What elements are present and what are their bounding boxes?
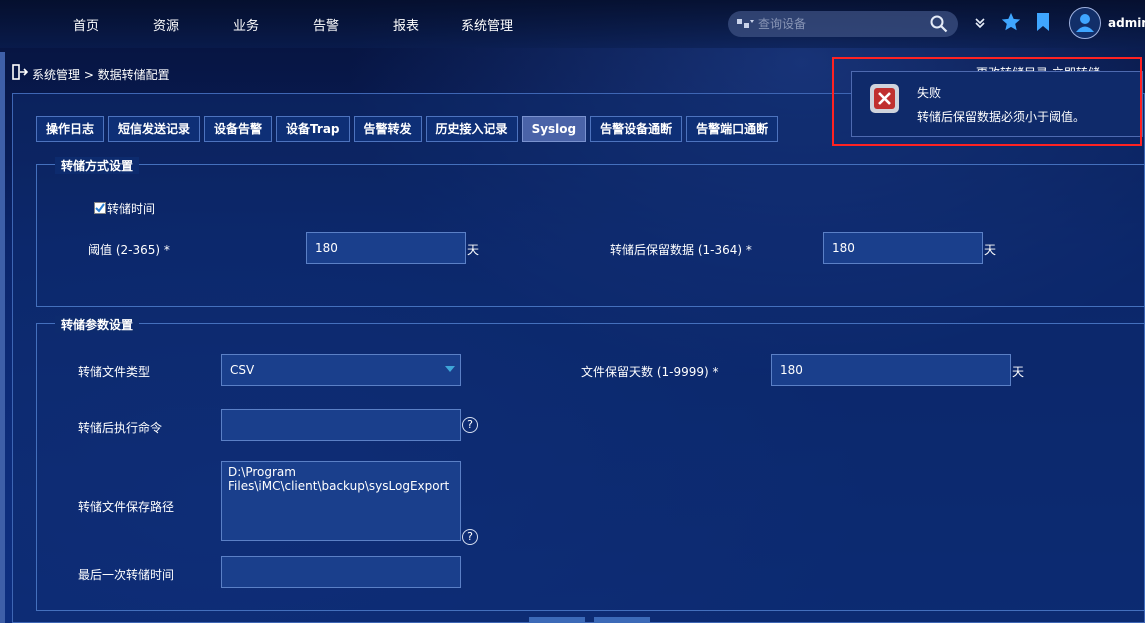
device-filter-icon[interactable]: [736, 17, 754, 31]
username[interactable]: admin: [1108, 16, 1145, 30]
chevron-down-icon[interactable]: [974, 16, 986, 33]
nav-home[interactable]: 首页: [73, 15, 99, 34]
tab-device-connectivity[interactable]: 告警设备通断: [590, 116, 683, 142]
tab-access-history[interactable]: 历史接入记录: [425, 116, 518, 142]
post-command-input[interactable]: [221, 409, 461, 441]
file-keep-input[interactable]: 180: [771, 354, 1011, 386]
dump-mode-legend: 转储方式设置: [55, 157, 140, 174]
tab-alarm-forward[interactable]: 告警转发: [353, 116, 422, 142]
help-icon[interactable]: ?: [462, 529, 478, 545]
nav-resources[interactable]: 资源: [153, 15, 179, 34]
save-path-line: D:\Program: [228, 465, 296, 479]
search-icon[interactable]: [930, 15, 948, 36]
device-search: [728, 11, 958, 37]
tab-sms-records[interactable]: 短信发送记录: [108, 116, 201, 142]
file-keep-label: 文件保留天数 (1-9999) *: [581, 365, 719, 379]
last-dump-time-label: 最后一次转储时间: [78, 568, 175, 582]
save-path-textarea[interactable]: D:\Program Files\iMC\client\backup\sysLo…: [221, 461, 461, 541]
post-command-label: 转储后执行命令: [78, 421, 163, 435]
ok-button[interactable]: [529, 617, 585, 623]
nav-alarms[interactable]: 告警: [313, 15, 339, 34]
tab-syslog[interactable]: Syslog: [521, 116, 587, 142]
keep-data-input[interactable]: 180: [823, 232, 983, 264]
bookmark-icon[interactable]: [1035, 12, 1051, 35]
keep-data-unit: 天: [984, 243, 997, 257]
tab-port-connectivity[interactable]: 告警端口通断: [686, 116, 779, 142]
save-path-label: 转储文件保存路径: [78, 500, 175, 514]
tab-device-alarms[interactable]: 设备告警: [204, 116, 273, 142]
nav-services[interactable]: 业务: [233, 15, 259, 34]
save-path-line: Files\iMC\client\backup\sysLogExport: [228, 479, 450, 493]
tab-device-trap[interactable]: 设备Trap: [276, 116, 350, 142]
favorites-star-icon[interactable]: [1000, 11, 1022, 36]
dump-params-legend: 转储参数设置: [55, 316, 140, 333]
file-keep-unit: 天: [1012, 365, 1025, 379]
data-dump-icon: [12, 64, 30, 83]
dump-time-checkbox[interactable]: [94, 202, 106, 214]
tab-bar: 操作日志 短信发送记录 设备告警 设备Trap 告警转发 历史接入记录 Sysl…: [36, 116, 779, 142]
top-navigation: 首页 资源 业务 告警 报表 系统管理 查询设备 admi: [0, 0, 1145, 48]
breadcrumb: 系统管理 > 数据转储配置: [32, 68, 170, 82]
avatar[interactable]: [1069, 7, 1101, 39]
dump-time-label: 转储时间: [107, 202, 156, 216]
last-dump-time-input[interactable]: [221, 556, 461, 588]
search-input[interactable]: [758, 17, 918, 31]
threshold-input[interactable]: 180: [306, 232, 466, 264]
help-icon[interactable]: ?: [462, 417, 478, 433]
nav-reports[interactable]: 报表: [393, 15, 419, 34]
cancel-button[interactable]: [594, 617, 650, 623]
threshold-label: 阈值 (2-365) *: [88, 243, 170, 257]
threshold-unit: 天: [467, 243, 480, 257]
highlight-frame: [832, 57, 1142, 146]
file-type-label: 转储文件类型: [78, 365, 151, 379]
nav-system-management[interactable]: 系统管理: [461, 15, 513, 34]
left-edge-strip: [0, 52, 5, 623]
keep-data-label: 转储后保留数据 (1-364) *: [610, 243, 752, 257]
tab-operation-log[interactable]: 操作日志: [36, 116, 105, 142]
file-type-select[interactable]: CSV: [221, 354, 461, 386]
caret-down-icon[interactable]: [445, 366, 455, 372]
